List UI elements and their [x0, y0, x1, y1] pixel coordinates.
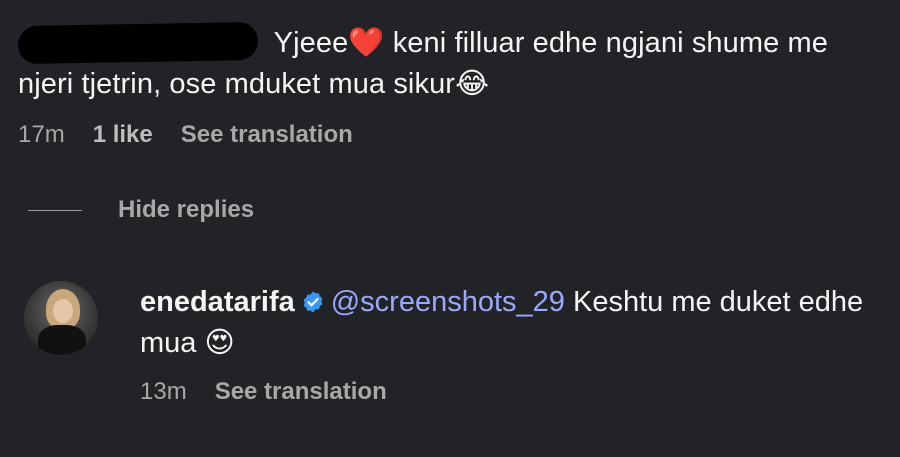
reply: enedatarifa @screenshots_29 Keshtu me duk… — [140, 282, 885, 363]
comment-like-count[interactable]: 1 like — [93, 121, 153, 149]
hide-replies-label: Hide replies — [118, 196, 255, 223]
reply-avatar[interactable] — [24, 281, 98, 355]
reply-see-translation-button[interactable]: See translation — [215, 378, 387, 406]
heart-emoji: ❤️ — [348, 25, 385, 59]
avatar-body-shape — [38, 325, 86, 355]
comment-see-translation-button[interactable]: See translation — [181, 121, 353, 149]
reply-username[interactable]: enedatarifa — [140, 286, 295, 318]
reply-mention-link[interactable]: @screenshots_29 — [331, 286, 565, 318]
avatar-face-shape — [53, 299, 73, 323]
verified-badge-icon — [301, 285, 325, 313]
comment-text-start: Yjeee — [266, 27, 349, 59]
reply-meta: 13m See translation — [140, 378, 387, 406]
hide-replies-button[interactable]: Hide replies — [28, 196, 254, 224]
laughing-emoji: 😂 — [455, 66, 490, 100]
hide-replies-divider — [28, 209, 82, 211]
comment: Yjeee❤️ keni filluar edhe ngjani shume m… — [18, 21, 878, 104]
comment-meta: 17m 1 like See translation — [18, 121, 353, 149]
heart-eyes-emoji: 😍 — [204, 325, 235, 359]
comment-timestamp: 17m — [18, 121, 65, 148]
redacted-username — [18, 21, 258, 65]
reply-timestamp: 13m — [140, 378, 187, 405]
comment-text: Yjeee❤️ keni filluar edhe ngjani shume m… — [18, 21, 878, 104]
